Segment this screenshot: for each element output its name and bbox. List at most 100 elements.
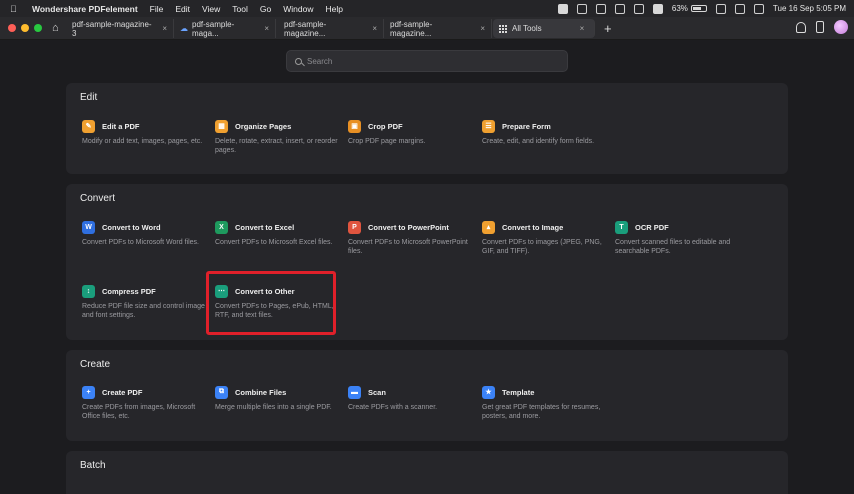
menu-go[interactable]: Go <box>260 4 271 14</box>
tool-card-compress-pdf[interactable]: ↕ Compress PDF Reduce PDF file size and … <box>82 284 207 320</box>
tool-title: Create PDF <box>102 387 143 397</box>
section-edit: Edit ✎ Edit a PDF Modify or add text, im… <box>66 83 788 174</box>
tool-title: Convert to Word <box>102 222 161 232</box>
minimize-window-button[interactable] <box>21 24 29 32</box>
apple-icon[interactable]:  <box>10 4 24 14</box>
tool-title: Combine Files <box>235 387 287 397</box>
tab-document-1[interactable]: pdf-sample-magazine-3 × <box>66 19 174 38</box>
home-icon[interactable]: ⌂ <box>52 22 66 34</box>
menu-help[interactable]: Help <box>325 4 342 14</box>
tab-all-tools[interactable]: All Tools × <box>493 19 595 38</box>
menu-view[interactable]: View <box>202 4 220 14</box>
crop-pdf-icon: ▣ <box>348 119 361 133</box>
tool-card-convert-to-excel[interactable]: X Convert to Excel Convert PDFs to Micro… <box>215 220 340 247</box>
search-input[interactable] <box>307 56 547 66</box>
section-title-edit: Edit <box>80 92 98 103</box>
battery-indicator[interactable]: 63% <box>672 4 707 13</box>
tool-card-template[interactable]: ★ Template Get great PDF templates for r… <box>482 385 607 421</box>
tool-card-convert-to-image[interactable]: ▴ Convert to Image Convert PDFs to image… <box>482 220 607 256</box>
section-convert: Convert W Convert to Word Convert PDFs t… <box>66 184 788 340</box>
ocr-icon: T <box>615 220 628 234</box>
close-tab-icon[interactable]: × <box>162 24 167 33</box>
prepare-form-icon: ☰ <box>482 119 495 133</box>
tab-bar: ⌂ pdf-sample-magazine-3 × ☁ pdf-sample-m… <box>0 17 854 40</box>
menu-datetime[interactable]: Tue 16 Sep 5:05 PM <box>773 4 846 13</box>
tab-document-4[interactable]: pdf-sample-magazine... × <box>384 19 492 38</box>
tab-document-3[interactable]: pdf-sample-magazine... × <box>278 19 384 38</box>
tool-title: Convert to Image <box>502 222 564 232</box>
tab-document-2[interactable]: ☁ pdf-sample-maga... × <box>174 19 276 38</box>
new-tab-button[interactable]: + <box>604 21 612 36</box>
mobile-device-icon[interactable] <box>816 21 824 33</box>
excel-icon: X <box>215 220 228 234</box>
tool-card-scan[interactable]: ▬ Scan Create PDFs with a scanner. <box>348 385 473 412</box>
tool-card-convert-to-powerpoint[interactable]: P Convert to PowerPoint Convert PDFs to … <box>348 220 473 256</box>
tool-card-convert-to-word[interactable]: W Convert to Word Convert PDFs to Micros… <box>82 220 207 247</box>
search-icon <box>295 57 302 65</box>
tool-description: Convert PDFs to images (JPEG, PNG, GIF, … <box>482 239 602 255</box>
tool-card-organize-pages[interactable]: ▦ Organize Pages Delete, rotate, extract… <box>215 119 340 155</box>
tab-label: pdf-sample-magazine... <box>284 19 327 38</box>
close-tab-icon[interactable]: × <box>264 24 269 33</box>
tools-search-box[interactable] <box>286 50 568 72</box>
tab-label: pdf-sample-magazine... <box>390 19 433 38</box>
menu-tool[interactable]: Tool <box>232 4 248 14</box>
close-tab-icon[interactable]: × <box>580 24 585 33</box>
record-status-icon[interactable] <box>595 3 606 14</box>
tool-title: Prepare Form <box>502 121 551 131</box>
tool-description: Delete, rotate, extract, insert, or reor… <box>215 138 338 154</box>
tool-description: Modify or add text, images, pages, etc. <box>82 138 203 145</box>
tool-description: Merge multiple files into a single PDF. <box>215 404 332 411</box>
template-icon: ★ <box>482 385 495 399</box>
text-input-icon[interactable] <box>652 3 663 14</box>
menu-app-name[interactable]: Wondershare PDFelement <box>32 4 138 14</box>
tool-card-edit-pdf[interactable]: ✎ Edit a PDF Modify or add text, images,… <box>82 119 207 146</box>
section-title-convert: Convert <box>80 193 116 204</box>
tab-label: pdf-sample-maga... <box>192 19 235 38</box>
tool-description: Create, edit, and identify form fields. <box>482 138 595 145</box>
control-center-icon[interactable] <box>753 3 764 14</box>
tool-title: Compress PDF <box>102 286 156 296</box>
tab-label: All Tools <box>512 24 542 33</box>
battery-percent: 63% <box>671 4 688 13</box>
tool-description: Get great PDF templates for resumes, pos… <box>482 404 601 420</box>
section-create: Create + Create PDF Create PDFs from ima… <box>66 350 788 441</box>
tool-title: Edit a PDF <box>102 121 140 131</box>
section-title-batch: Batch <box>80 460 106 471</box>
search-spotlight-icon[interactable] <box>734 3 745 14</box>
notification-bell-icon[interactable] <box>796 21 806 33</box>
tool-card-ocr-pdf[interactable]: T OCR PDF Convert scanned files to edita… <box>615 220 740 256</box>
tool-card-prepare-form[interactable]: ☰ Prepare Form Create, edit, and identif… <box>482 119 607 146</box>
wifi-icon[interactable] <box>715 3 726 14</box>
tool-description: Convert PDFs to Microsoft PowerPoint fil… <box>348 239 468 255</box>
tool-title: OCR PDF <box>635 222 669 232</box>
close-window-button[interactable] <box>8 24 16 32</box>
tab-label: pdf-sample-magazine-3 <box>72 19 152 38</box>
menu-file[interactable]: File <box>150 4 164 14</box>
window-controls <box>8 24 42 32</box>
pdfelement-status-icon[interactable] <box>557 3 568 14</box>
tool-title: Crop PDF <box>368 121 403 131</box>
zoom-window-button[interactable] <box>34 24 42 32</box>
toolbar-right <box>796 20 848 34</box>
menu-window[interactable]: Window <box>283 4 313 14</box>
section-title-create: Create <box>80 359 111 370</box>
tool-description: Create PDFs from images, Microsoft Offic… <box>82 404 196 420</box>
bluetooth-icon[interactable] <box>614 3 625 14</box>
tool-description: Convert PDFs to Microsoft Excel files. <box>215 239 333 246</box>
close-tab-icon[interactable]: × <box>372 24 377 33</box>
word-icon: W <box>82 220 95 234</box>
clock-status-icon[interactable] <box>633 3 644 14</box>
status-bar: 63% Tue 16 Sep 5:05 PM <box>557 0 846 17</box>
tool-title: Convert to PowerPoint <box>368 222 449 232</box>
macos-menu-bar:  Wondershare PDFelement File Edit View … <box>0 0 854 17</box>
tool-card-create-pdf[interactable]: + Create PDF Create PDFs from images, Mi… <box>82 385 207 421</box>
menu-edit[interactable]: Edit <box>175 4 190 14</box>
user-avatar[interactable] <box>834 20 848 34</box>
tool-description: Reduce PDF file size and control image a… <box>82 303 205 319</box>
close-tab-icon[interactable]: × <box>480 24 485 33</box>
tool-title: Organize Pages <box>235 121 292 131</box>
tool-card-combine-files[interactable]: ⧉ Combine Files Merge multiple files int… <box>215 385 340 412</box>
music-status-icon[interactable] <box>576 3 587 14</box>
tool-card-crop-pdf[interactable]: ▣ Crop PDF Crop PDF page margins. <box>348 119 473 146</box>
